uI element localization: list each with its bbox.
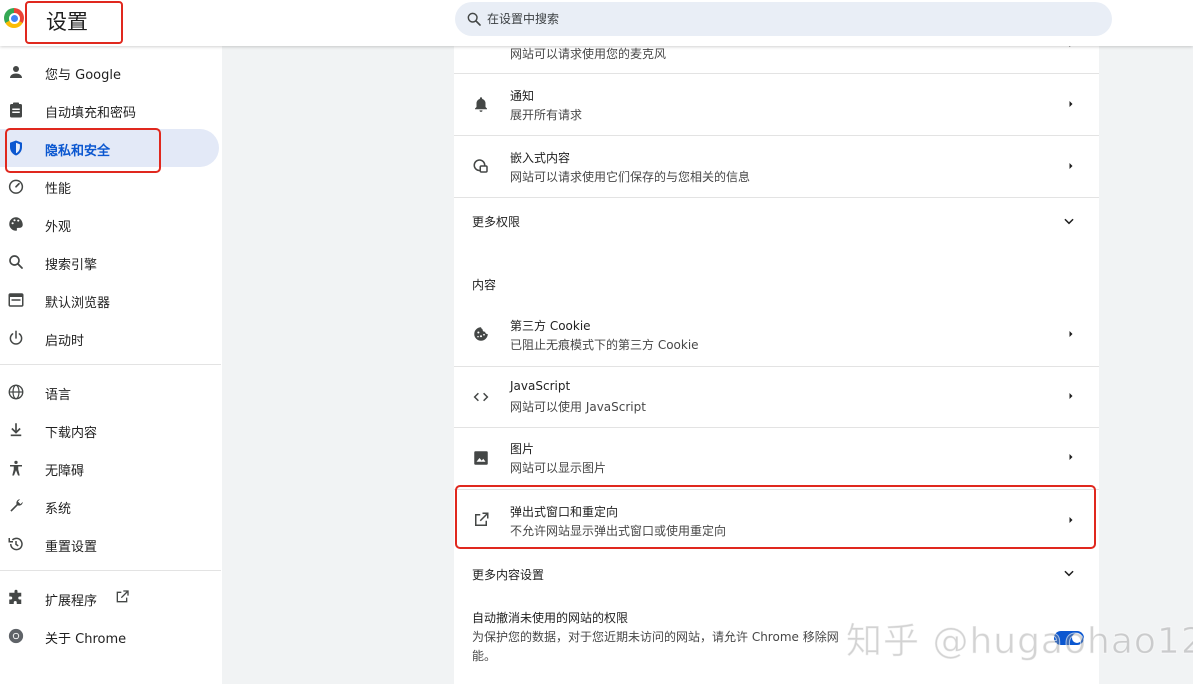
search-input[interactable] — [487, 2, 1087, 36]
auto-revoke-description-cont: 能。 — [472, 649, 497, 663]
cookie-icon — [474, 327, 488, 341]
arrow-right-icon — [1069, 163, 1073, 169]
sidebar-item-label: 系统 — [45, 502, 72, 517]
sidebar-item-label: 下载内容 — [45, 426, 98, 441]
open-in-new-icon[interactable] — [114, 589, 130, 605]
sidebar-item-autofill[interactable]: 自动填充和密码 — [0, 91, 219, 129]
sidebar-item-label: 您与 Google — [45, 68, 121, 83]
row-title: 嵌入式内容 — [510, 151, 571, 165]
chevron-down-icon — [1064, 218, 1074, 225]
microphone-row[interactable]: 网站可以请求使用您的麦克风 — [454, 41, 1099, 73]
sidebar-item-accessibility[interactable]: 无障碍 — [0, 449, 219, 487]
image-icon — [474, 451, 488, 465]
sidebar-item-search-engine[interactable]: 搜索引擎 — [0, 243, 219, 281]
power-icon — [9, 330, 23, 345]
sidebar-item-label: 关于 Chrome — [45, 632, 127, 647]
row-title: 第三方 Cookie — [510, 319, 591, 333]
sidebar-item-appearance[interactable]: 外观 — [0, 205, 219, 243]
arrow-right-icon — [1069, 393, 1073, 399]
row-subtitle: 网站可以使用 JavaScript — [510, 400, 646, 414]
chrome-icon — [8, 628, 24, 644]
bell-icon — [475, 97, 487, 112]
sidebar-item-reset-settings[interactable]: 重置设置 — [0, 525, 219, 563]
search-icon — [467, 12, 481, 26]
popups-highlight-box — [455, 485, 1096, 549]
download-icon — [10, 423, 22, 437]
sidebar-divider — [0, 570, 221, 571]
globe-icon — [8, 384, 24, 400]
more-permissions-row[interactable]: 更多权限 — [454, 198, 1099, 246]
sidebar-item-label: 搜索引擎 — [45, 258, 98, 273]
settings-card: 网站可以请求使用您的麦克风 通知 展开所有请求 嵌入式内容 网站可以请求使用它们… — [454, 41, 1099, 684]
puzzle-icon — [9, 589, 22, 604]
privacy-highlight-box — [5, 128, 161, 173]
row-subtitle: 网站可以请求使用它们保存的与您相关的信息 — [510, 170, 751, 184]
row-title: 通知 — [510, 89, 535, 103]
accessibility-icon — [10, 460, 22, 476]
browser-icon — [8, 293, 24, 307]
palette-icon — [9, 217, 23, 231]
row-title: JavaScript — [510, 379, 571, 393]
more-content-settings-row[interactable]: 更多内容设置 — [454, 553, 1099, 595]
sidebar-item-label: 自动填充和密码 — [45, 106, 137, 121]
images-row[interactable]: 图片 网站可以显示图片 — [454, 428, 1099, 489]
sidebar-item-label: 默认浏览器 — [45, 296, 111, 311]
watermark: 知乎 @hugaohao123 — [846, 621, 1193, 663]
row-subtitle: 已阻止无痕模式下的第三方 Cookie — [510, 338, 699, 352]
sidebar-item-label: 性能 — [45, 182, 72, 197]
search-bar[interactable] — [455, 2, 1112, 36]
sidebar-item-downloads[interactable]: 下载内容 — [0, 411, 219, 449]
sidebar-item-extensions[interactable]: 扩展程序 — [0, 579, 219, 617]
arrow-right-icon — [1069, 331, 1073, 337]
auto-revoke-description: 为保护您的数据，对于您近期未访问的网站，请允许 Chrome 移除网 — [472, 630, 839, 644]
embedded-content-icon — [473, 159, 488, 173]
clipboard-icon — [10, 102, 22, 118]
row-subtitle: 网站可以请求使用您的麦克风 — [510, 47, 667, 61]
row-subtitle: 网站可以显示图片 — [510, 461, 607, 475]
chrome-logo-icon — [4, 8, 24, 28]
history-icon — [8, 537, 23, 551]
content-section-heading: 内容 — [472, 278, 497, 292]
sidebar-item-label: 外观 — [45, 220, 72, 235]
chevron-down-icon — [1064, 570, 1074, 577]
javascript-row[interactable]: JavaScript 网站可以使用 JavaScript — [454, 367, 1099, 428]
page-title: 设置 — [46, 10, 88, 34]
sidebar-item-label: 重置设置 — [45, 540, 98, 555]
more-permissions-label: 更多权限 — [472, 215, 521, 229]
code-icon — [473, 392, 489, 402]
sidebar-item-languages[interactable]: 语言 — [0, 373, 219, 411]
sidebar-item-label: 语言 — [45, 388, 72, 403]
more-content-settings-label: 更多内容设置 — [472, 568, 545, 582]
sidebar-divider — [0, 364, 221, 365]
auto-revoke-title: 自动撤消未使用的网站的权限 — [472, 611, 629, 625]
gauge-icon — [8, 179, 24, 194]
wrench-icon — [10, 499, 23, 512]
embedded-content-row[interactable]: 嵌入式内容 网站可以请求使用它们保存的与您相关的信息 — [454, 136, 1099, 197]
row-title: 图片 — [510, 442, 535, 456]
notifications-row[interactable]: 通知 展开所有请求 — [454, 74, 1099, 135]
search-icon — [9, 255, 23, 269]
third-party-cookies-row[interactable]: 第三方 Cookie 已阻止无痕模式下的第三方 Cookie — [454, 304, 1099, 366]
sidebar-item-label: 无障碍 — [45, 464, 85, 479]
sidebar-item-system[interactable]: 系统 — [0, 487, 219, 525]
sidebar-item-about-chrome[interactable]: 关于 Chrome — [0, 617, 219, 655]
sidebar-item-label: 启动时 — [45, 334, 85, 349]
sidebar-item-on-startup[interactable]: 启动时 — [0, 319, 219, 357]
person-icon — [10, 66, 22, 78]
arrow-right-icon — [1069, 454, 1073, 460]
sidebar: 您与 Google 自动填充和密码 隐私和安全 性能 外观 搜索引擎 默认浏览器… — [0, 46, 222, 684]
arrow-right-icon — [1069, 101, 1073, 107]
sidebar-item-you-and-google[interactable]: 您与 Google — [0, 53, 219, 91]
row-subtitle: 展开所有请求 — [510, 108, 583, 122]
top-bar: 设置 — [0, 0, 1193, 46]
sidebar-item-label: 扩展程序 — [45, 594, 98, 609]
sidebar-item-default-browser[interactable]: 默认浏览器 — [0, 281, 219, 319]
